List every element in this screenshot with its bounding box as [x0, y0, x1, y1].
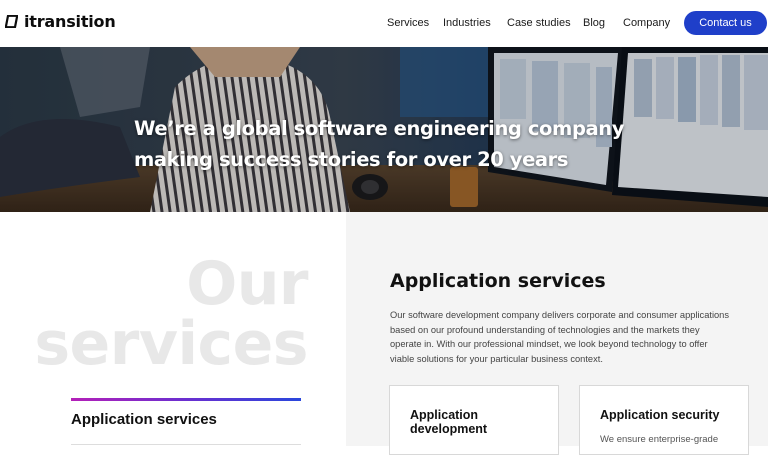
active-indicator-bar — [71, 398, 301, 401]
section-description: Our software development company deliver… — [390, 310, 729, 364]
menu-divider — [71, 444, 301, 445]
nav-case-studies[interactable]: Case studies — [507, 17, 571, 29]
service-card-application-security[interactable]: Application security We ensure enterpris… — [579, 385, 749, 455]
hero-title: We’re a global software engineering comp… — [134, 113, 674, 175]
nav-blog[interactable]: Blog — [583, 17, 605, 29]
big-heading-line-2: services — [34, 309, 308, 379]
nav-services[interactable]: Services — [387, 17, 429, 29]
big-heading-line-1: Our — [186, 249, 308, 319]
hero-title-line-2: making success stories for over 20 years — [134, 148, 569, 171]
contact-us-button[interactable]: Contact us — [684, 11, 767, 35]
services-menu-panel: Our services Application services — [0, 212, 346, 446]
hero-title-line-1: We’re a global software engineering comp… — [134, 117, 625, 140]
service-card-application-development[interactable]: Application development — [389, 385, 559, 455]
section-title: Application services — [390, 270, 606, 292]
hero-banner: We’re a global software engineering comp… — [0, 47, 768, 212]
services-big-heading: Our services — [34, 254, 308, 374]
site-header: itransition Services Industries Case stu… — [0, 0, 768, 47]
main-nav: Services Industries Case studies Blog Co… — [0, 17, 768, 31]
card-text: We ensure enterprise-grade — [600, 434, 719, 445]
services-detail-panel: Application services Our software develo… — [346, 212, 768, 455]
nav-industries[interactable]: Industries — [443, 17, 491, 29]
services-menu-item-application-services[interactable]: Application services — [71, 411, 217, 428]
nav-company[interactable]: Company — [623, 17, 670, 29]
card-title: Application development — [410, 408, 488, 436]
card-title: Application security — [600, 408, 720, 422]
